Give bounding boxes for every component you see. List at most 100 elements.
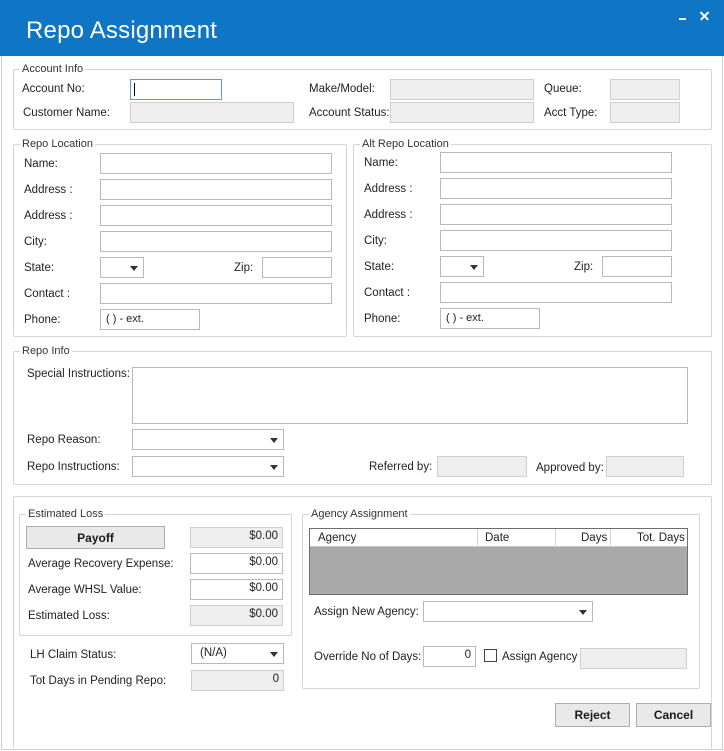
avg-recovery-expense-label: Average Recovery Expense:: [28, 558, 174, 570]
queue-label: Queue:: [544, 83, 582, 95]
repo-city-input[interactable]: [100, 231, 332, 252]
repo-instructions-dropdown[interactable]: [132, 456, 284, 477]
repo-phone-input[interactable]: ( ) - ext.: [100, 309, 200, 330]
assign-agency-checkbox[interactable]: [484, 649, 497, 662]
acct-type-label: Acct Type:: [544, 107, 598, 119]
cancel-button[interactable]: Cancel: [636, 703, 711, 727]
repo-zip-label: Zip:: [234, 262, 254, 274]
tot-days-pending-label: Tot Days in Pending Repo:: [30, 675, 167, 687]
override-days-label: Override No of Days:: [314, 651, 422, 663]
lh-claim-status-dropdown[interactable]: (N/A): [191, 643, 284, 664]
alt-address1-label: Address :: [364, 183, 413, 195]
chevron-down-icon: [270, 652, 278, 657]
alt-phone-input[interactable]: ( ) - ext.: [440, 308, 540, 329]
account-status-field: [390, 102, 534, 123]
alt-name-label: Name:: [364, 157, 398, 169]
referred-by-field: [437, 456, 527, 477]
override-days-input[interactable]: 0: [423, 646, 476, 667]
chevron-down-icon: [579, 610, 587, 615]
make-model-label: Make/Model:: [309, 83, 375, 95]
estimated-loss-title: Estimated Loss: [26, 507, 106, 521]
chevron-down-icon: [270, 465, 278, 470]
repo-info-title: Repo Info: [20, 344, 72, 358]
account-status-label: Account Status:: [309, 107, 390, 119]
payoff-value-field: $0.00: [190, 527, 283, 548]
make-model-field: [390, 79, 534, 100]
close-icon[interactable]: [697, 8, 713, 24]
avg-whsl-value-input[interactable]: $0.00: [190, 579, 283, 600]
approved-by-field: [606, 456, 684, 477]
repo-address2-input[interactable]: [100, 205, 332, 226]
approved-by-label: Approved by:: [536, 462, 604, 474]
queue-field: [610, 79, 680, 100]
window-title: Repo Assignment: [26, 17, 218, 44]
repo-address1-label: Address :: [24, 184, 73, 196]
account-no-input[interactable]: [130, 79, 222, 100]
assign-agency-label: Assign Agency: [502, 651, 578, 663]
chevron-down-icon: [270, 438, 278, 443]
repo-reason-dropdown[interactable]: [132, 429, 284, 450]
repo-contact-label: Contact :: [24, 288, 71, 300]
repo-zip-input[interactable]: [262, 257, 332, 278]
tot-days-pending-field: 0: [191, 670, 284, 691]
special-instructions-textarea[interactable]: [132, 367, 688, 424]
repo-reason-label: Repo Reason:: [27, 434, 101, 446]
estimated-loss-label: Estimated Loss:: [28, 610, 110, 622]
lh-claim-status-label: LH Claim Status:: [30, 649, 117, 661]
alt-city-label: City:: [364, 235, 387, 247]
avg-recovery-expense-input[interactable]: $0.00: [190, 553, 283, 574]
customer-name-field: [130, 102, 294, 123]
col-days[interactable]: Days: [581, 531, 607, 545]
assign-agency-field: [580, 648, 687, 669]
referred-by-label: Referred by:: [369, 461, 433, 473]
acct-type-field: [610, 102, 680, 123]
estimated-loss-value-field: $0.00: [190, 605, 283, 626]
alt-phone-label: Phone:: [364, 313, 401, 325]
alt-state-label: State:: [364, 261, 395, 273]
chevron-down-icon: [130, 266, 138, 271]
reject-button[interactable]: Reject: [555, 703, 630, 727]
payoff-button[interactable]: Payoff: [26, 526, 165, 549]
col-agency[interactable]: Agency: [318, 531, 356, 545]
repo-state-label: State:: [24, 262, 55, 274]
account-info-group: Account Info Account No: Customer Name: …: [13, 62, 712, 130]
agency-grid[interactable]: Agency Date Days Tot. Days: [309, 528, 688, 595]
repo-contact-input[interactable]: [100, 283, 332, 304]
col-tot-days[interactable]: Tot. Days: [637, 531, 685, 545]
alt-state-dropdown[interactable]: [440, 256, 484, 277]
repo-city-label: City:: [24, 236, 47, 248]
repo-address1-input[interactable]: [100, 179, 332, 200]
repo-state-dropdown[interactable]: [100, 257, 144, 278]
dialog-body: Account Info Account No: Customer Name: …: [1, 56, 723, 750]
assign-new-agency-dropdown[interactable]: [423, 601, 593, 622]
agency-assignment-group: Agency Assignment Agency Date Days Tot. …: [302, 507, 700, 689]
alt-name-input[interactable]: [440, 152, 672, 173]
alt-contact-input[interactable]: [440, 282, 672, 303]
repo-location-group: Repo Location Name: Address : Address : …: [13, 137, 347, 337]
customer-name-label: Customer Name:: [23, 107, 110, 119]
title-bar: Repo Assignment: [0, 0, 724, 56]
alt-zip-input[interactable]: [602, 256, 672, 277]
alt-address2-label: Address :: [364, 209, 413, 221]
agency-grid-header: Agency Date Days Tot. Days: [310, 529, 687, 547]
alt-repo-location-group: Alt Repo Location Name: Address : Addres…: [353, 137, 712, 337]
alt-address2-input[interactable]: [440, 204, 672, 225]
assign-new-agency-label: Assign New Agency:: [314, 606, 419, 618]
col-date[interactable]: Date: [485, 531, 509, 545]
repo-location-title: Repo Location: [20, 137, 95, 151]
agency-assignment-title: Agency Assignment: [309, 507, 410, 521]
estimated-loss-group: Estimated Loss Payoff $0.00 Average Reco…: [19, 507, 292, 636]
alt-repo-location-title: Alt Repo Location: [360, 137, 451, 151]
avg-whsl-value-label: Average WHSL Value:: [28, 584, 142, 596]
alt-city-input[interactable]: [440, 230, 672, 251]
alt-contact-label: Contact :: [364, 287, 411, 299]
repo-name-input[interactable]: [100, 153, 332, 174]
chevron-down-icon: [470, 265, 478, 270]
account-no-label: Account No:: [22, 83, 85, 95]
lh-claim-status-value: (N/A): [200, 647, 227, 659]
account-info-title: Account Info: [20, 62, 86, 76]
repo-address2-label: Address :: [24, 210, 73, 222]
repo-info-group: Repo Info Special Instructions: Repo Rea…: [13, 344, 712, 485]
alt-address1-input[interactable]: [440, 178, 672, 199]
minimize-icon[interactable]: [675, 8, 691, 24]
